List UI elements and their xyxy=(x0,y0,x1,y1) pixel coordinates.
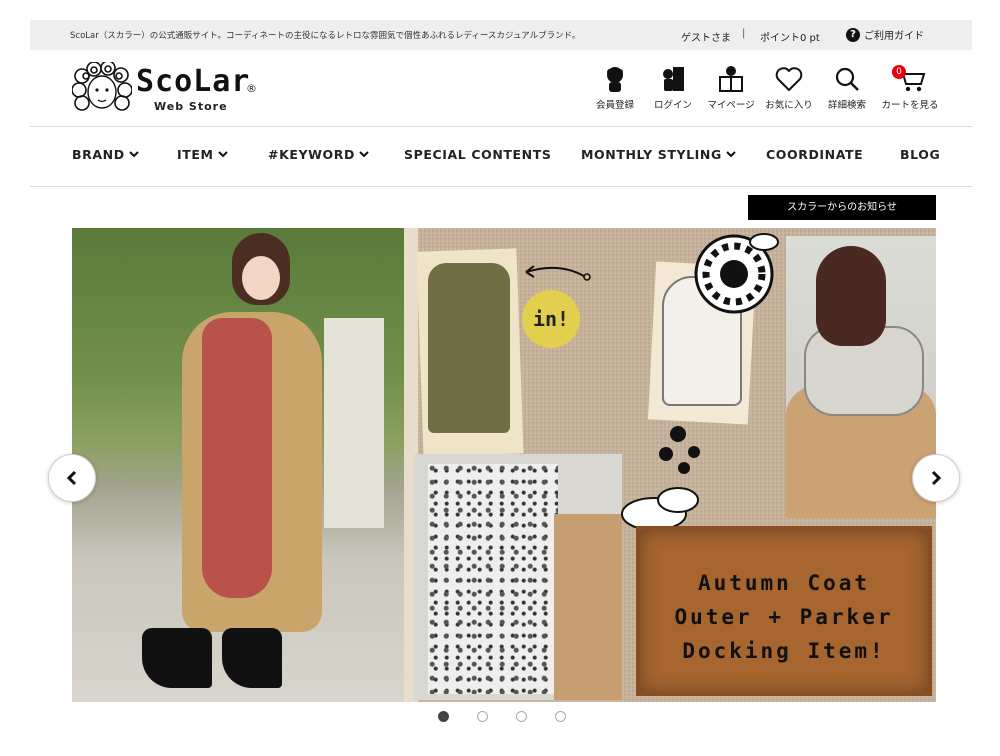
advanced-search-label: 詳細検索 xyxy=(827,100,866,111)
carousel-dot[interactable] xyxy=(555,711,566,722)
guide-link[interactable]: ? ご利用ガイド xyxy=(846,27,924,42)
hero-banner[interactable]: in! Autumn Coat Outer + Parker Docking I xyxy=(72,228,936,702)
curved-arrow-icon xyxy=(525,265,591,281)
logo-wordmark: ScoLar xyxy=(136,64,251,99)
divider: | xyxy=(742,28,746,39)
chevron-right-icon xyxy=(931,470,942,486)
guest-name: ゲストさま xyxy=(681,33,731,44)
site-logo[interactable]: ScoLar ® Web Store xyxy=(72,62,262,116)
nav-special-label: SPECIAL CONTENTS xyxy=(404,147,552,162)
chevron-down-icon xyxy=(726,151,736,158)
favorites-label: お気に入り xyxy=(765,100,813,111)
olive-coat-cutout xyxy=(428,263,510,433)
boot xyxy=(222,628,282,688)
nav-monthly-label: MONTHLY STYLING xyxy=(581,147,722,162)
background-wall xyxy=(324,318,384,528)
nav-blog-label: BLOG xyxy=(900,147,941,162)
member-register-icon xyxy=(607,67,623,92)
header-divider xyxy=(30,126,972,127)
question-icon: ? xyxy=(846,27,860,42)
main-nav: BRAND ITEM #KEYWORD SPECIAL CONTENTS MON… xyxy=(72,147,940,167)
wooden-sign: Autumn Coat Outer + Parker Docking Item! xyxy=(636,526,932,696)
nav-brand-label: BRAND xyxy=(72,147,125,162)
mypage-label: マイページ xyxy=(707,100,755,111)
boot xyxy=(142,628,212,688)
nav-special-contents[interactable]: SPECIAL CONTENTS xyxy=(404,147,551,162)
logo-curly-hair-icon xyxy=(72,62,132,111)
advanced-search-link[interactable]: 詳細検索 xyxy=(820,64,874,111)
cart-label: カートを見る xyxy=(881,100,939,111)
in-badge: in! xyxy=(522,290,580,348)
chevron-left-icon xyxy=(66,470,77,486)
cart-count-badge: 0 xyxy=(892,65,906,79)
chevron-down-icon xyxy=(217,151,228,158)
carousel-dot[interactable] xyxy=(477,711,488,722)
guide-label: ご利用ガイド xyxy=(864,31,924,42)
model-face xyxy=(242,256,280,300)
carousel-prev-button[interactable] xyxy=(48,454,96,502)
collage: in! Autumn Coat Outer + Parker Docking I xyxy=(404,228,936,702)
nav-monthly-styling[interactable]: MONTHLY STYLING xyxy=(581,147,736,162)
fabric-detail-photo xyxy=(414,454,622,700)
mushroom-print-fabric xyxy=(428,464,558,694)
sign-line-2: Outer + Parker xyxy=(674,605,894,629)
sign-line-3: Docking Item! xyxy=(682,639,886,663)
carousel-dot[interactable] xyxy=(438,711,449,722)
points-balance: ポイント0 pt xyxy=(760,33,820,44)
login-link[interactable]: ログイン xyxy=(646,64,700,111)
nav-coordinate-label: COORDINATE xyxy=(766,147,864,162)
beige-coat xyxy=(554,514,622,700)
heart-icon xyxy=(775,67,803,91)
nav-keyword-label: #KEYWORD xyxy=(268,147,355,162)
sign-line-1: Autumn Coat xyxy=(697,571,871,595)
carousel-dot[interactable] xyxy=(516,711,527,722)
login-icon xyxy=(663,67,684,91)
login-label: ログイン xyxy=(653,100,692,111)
model-photo xyxy=(72,228,404,702)
nav-divider xyxy=(30,186,972,187)
nav-item[interactable]: ITEM xyxy=(177,147,228,162)
header-icon-menu: 会員登録 ログイン マイページ お気に入り 詳細検索 0 カートを見る xyxy=(588,64,946,111)
site-tagline: ScoLar（スカラー）の公式通販サイト。コーディネートの主役になるレトロな雰囲… xyxy=(70,31,581,41)
nav-item-label: ITEM xyxy=(177,147,214,162)
nav-brand[interactable]: BRAND xyxy=(72,147,139,162)
model-hair xyxy=(816,246,886,346)
chevron-down-icon xyxy=(128,151,139,158)
carousel-next-button[interactable] xyxy=(912,454,960,502)
chevron-down-icon xyxy=(359,151,369,158)
carousel-pagination xyxy=(438,711,566,722)
logo-subtitle: Web Store xyxy=(154,100,228,113)
nav-blog[interactable]: BLOG xyxy=(900,147,940,162)
registered-mark: ® xyxy=(246,82,257,95)
mypage-link[interactable]: マイページ xyxy=(704,64,758,111)
mushroom-illustration-icon xyxy=(694,233,779,314)
mushroom-cluster-icon xyxy=(621,426,700,531)
favorites-link[interactable]: お気に入り xyxy=(762,64,816,111)
search-icon xyxy=(835,67,859,91)
cart-link[interactable]: 0 カートを見る xyxy=(878,64,942,111)
news-button[interactable]: スカラーからのお知らせ xyxy=(748,195,936,220)
mypage-icon xyxy=(719,66,743,92)
member-register-label: 会員登録 xyxy=(595,100,634,111)
top-info-bar: ScoLar（スカラー）の公式通販サイト。コーディネートの主役になるレトロな雰囲… xyxy=(30,20,972,50)
nav-keyword[interactable]: #KEYWORD xyxy=(268,147,369,162)
red-dress xyxy=(202,318,272,598)
nav-coordinate[interactable]: COORDINATE xyxy=(766,147,863,162)
member-register-link[interactable]: 会員登録 xyxy=(588,64,642,111)
